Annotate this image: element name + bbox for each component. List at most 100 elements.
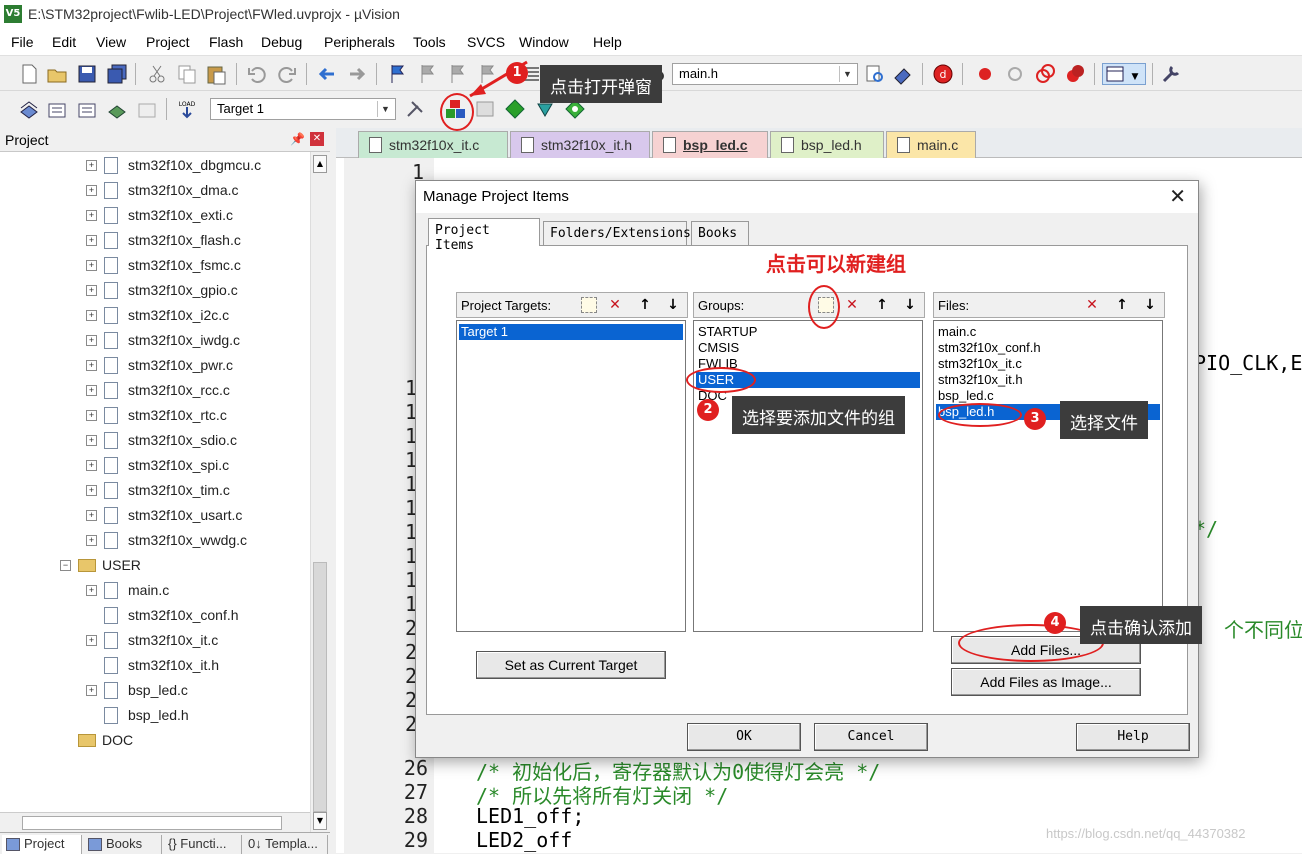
menu-flash[interactable]: Flash (209, 34, 243, 50)
stop-build-icon[interactable] (136, 98, 158, 120)
tab-templates[interactable]: 0↓ Templa... (242, 835, 328, 854)
clear-bookmarks-icon[interactable] (476, 63, 498, 85)
tab-project-items[interactable]: Project Items (428, 218, 540, 253)
delete-icon[interactable]: ✕ (842, 295, 862, 315)
targets-list[interactable]: Target 1 (456, 320, 686, 632)
open-folder-icon[interactable] (46, 63, 68, 85)
target-options-icon[interactable] (404, 98, 426, 120)
disable-all-breakpoints-icon[interactable] (1034, 63, 1056, 85)
menu-project[interactable]: Project (146, 34, 190, 50)
list-item[interactable]: STARTUP (696, 324, 920, 340)
expand-icon[interactable]: + (86, 335, 97, 346)
select-packs-icon[interactable] (504, 98, 526, 120)
tab-folders-extensions[interactable]: Folders/Extensions (543, 221, 691, 245)
menu-tools[interactable]: Tools (413, 34, 446, 50)
tab-project[interactable]: Project (2, 835, 82, 854)
save-icon[interactable] (76, 63, 98, 85)
menu-view[interactable]: View (96, 34, 126, 50)
kill-all-breakpoints-icon[interactable] (1064, 63, 1086, 85)
project-horizontal-scrollbar[interactable] (0, 812, 310, 832)
expand-icon[interactable]: + (86, 435, 97, 446)
pin-icon[interactable]: 📌 (290, 132, 305, 146)
prev-bookmark-icon[interactable] (416, 63, 438, 85)
cut-icon[interactable] (146, 63, 168, 85)
close-icon[interactable]: ✕ (310, 132, 324, 146)
expand-icon[interactable]: + (86, 310, 97, 321)
copy-icon[interactable] (176, 63, 198, 85)
editor-tab[interactable]: bsp_led.h (770, 131, 884, 158)
list-item[interactable]: main.c (936, 324, 1160, 340)
editor-tab[interactable]: stm32f10x_it.h (510, 131, 650, 158)
scroll-thumb[interactable] (22, 816, 282, 830)
paste-icon[interactable] (205, 63, 227, 85)
configure-icon[interactable] (1160, 63, 1182, 85)
help-button[interactable]: Help (1076, 723, 1190, 751)
expand-icon[interactable]: + (86, 535, 97, 546)
incremental-find-icon[interactable] (892, 63, 914, 85)
expand-icon[interactable]: + (86, 410, 97, 421)
expand-icon[interactable]: + (86, 210, 97, 221)
expand-icon[interactable]: + (86, 685, 97, 696)
list-item[interactable]: stm32f10x_it.c (936, 356, 1160, 372)
expand-icon[interactable]: + (86, 185, 97, 196)
move-up-icon[interactable]: ↑ (635, 295, 655, 315)
redo-icon[interactable] (276, 63, 298, 85)
list-item[interactable]: Target 1 (459, 324, 683, 340)
rebuild-icon[interactable] (76, 98, 98, 120)
move-down-icon[interactable]: ↓ (1140, 295, 1160, 315)
list-item[interactable]: CMSIS (696, 340, 920, 356)
expand-icon[interactable]: + (86, 385, 97, 396)
scroll-up-icon[interactable]: ▲ (313, 155, 327, 173)
menu-file[interactable]: File (11, 34, 34, 50)
undo-icon[interactable] (246, 63, 268, 85)
add-files-as-image-button[interactable]: Add Files as Image... (951, 668, 1141, 696)
chevron-down-icon[interactable]: ▼ (377, 101, 393, 117)
expand-icon[interactable]: + (86, 235, 97, 246)
editor-tab[interactable]: stm32f10x_it.c (358, 131, 508, 158)
editor-tab[interactable]: main.c (886, 131, 976, 158)
menu-help[interactable]: Help (593, 34, 622, 50)
tab-books[interactable]: Books (84, 835, 162, 854)
new-target-icon[interactable] (581, 297, 597, 313)
move-up-icon[interactable]: ↑ (1112, 295, 1132, 315)
tab-books[interactable]: Books (691, 221, 749, 245)
close-icon[interactable]: ✕ (1169, 184, 1186, 208)
menu-edit[interactable]: Edit (52, 34, 76, 50)
translate-icon[interactable] (18, 98, 40, 120)
menu-peripherals[interactable]: Peripherals (324, 34, 395, 50)
expand-icon[interactable]: + (86, 510, 97, 521)
expand-icon[interactable]: + (86, 585, 97, 596)
disable-breakpoint-icon[interactable] (1004, 63, 1026, 85)
move-up-icon[interactable]: ↑ (872, 295, 892, 315)
window-layout-icon[interactable]: ▼ (1102, 63, 1146, 85)
bookmark-icon[interactable] (386, 63, 408, 85)
expand-icon[interactable]: + (86, 160, 97, 171)
delete-icon[interactable]: ✕ (1082, 295, 1102, 315)
navigate-forward-icon[interactable] (346, 63, 368, 85)
move-down-icon[interactable]: ↓ (663, 295, 683, 315)
breakpoint-icon[interactable] (974, 63, 996, 85)
ok-button[interactable]: OK (687, 723, 801, 751)
editor-tab[interactable]: bsp_led.c (652, 131, 768, 158)
debug-session-icon[interactable]: d (932, 63, 954, 85)
list-item[interactable]: stm32f10x_conf.h (936, 340, 1160, 356)
expand-icon[interactable]: + (86, 460, 97, 471)
cancel-button[interactable]: Cancel (814, 723, 928, 751)
build-icon[interactable] (46, 98, 68, 120)
batch-build-icon[interactable] (106, 98, 128, 120)
collapse-icon[interactable]: − (60, 560, 71, 571)
save-all-icon[interactable] (106, 63, 128, 85)
tab-functions[interactable]: {} Functi... (162, 835, 242, 854)
expand-icon[interactable]: + (86, 285, 97, 296)
file-extensions-icon[interactable] (474, 98, 496, 120)
chevron-down-icon[interactable]: ▼ (839, 66, 855, 82)
download-icon[interactable]: LOAD (176, 98, 198, 120)
list-item[interactable]: stm32f10x_it.h (936, 372, 1160, 388)
menu-window[interactable]: Window (519, 34, 569, 50)
target-combo[interactable]: Target 1 ▼ (210, 98, 396, 120)
files-list[interactable]: main.c stm32f10x_conf.h stm32f10x_it.c stm3… (933, 320, 1163, 632)
navigate-back-icon[interactable] (316, 63, 338, 85)
set-current-target-button[interactable]: Set as Current Target (476, 651, 666, 679)
delete-icon[interactable]: ✕ (605, 295, 625, 315)
menu-debug[interactable]: Debug (261, 34, 302, 50)
